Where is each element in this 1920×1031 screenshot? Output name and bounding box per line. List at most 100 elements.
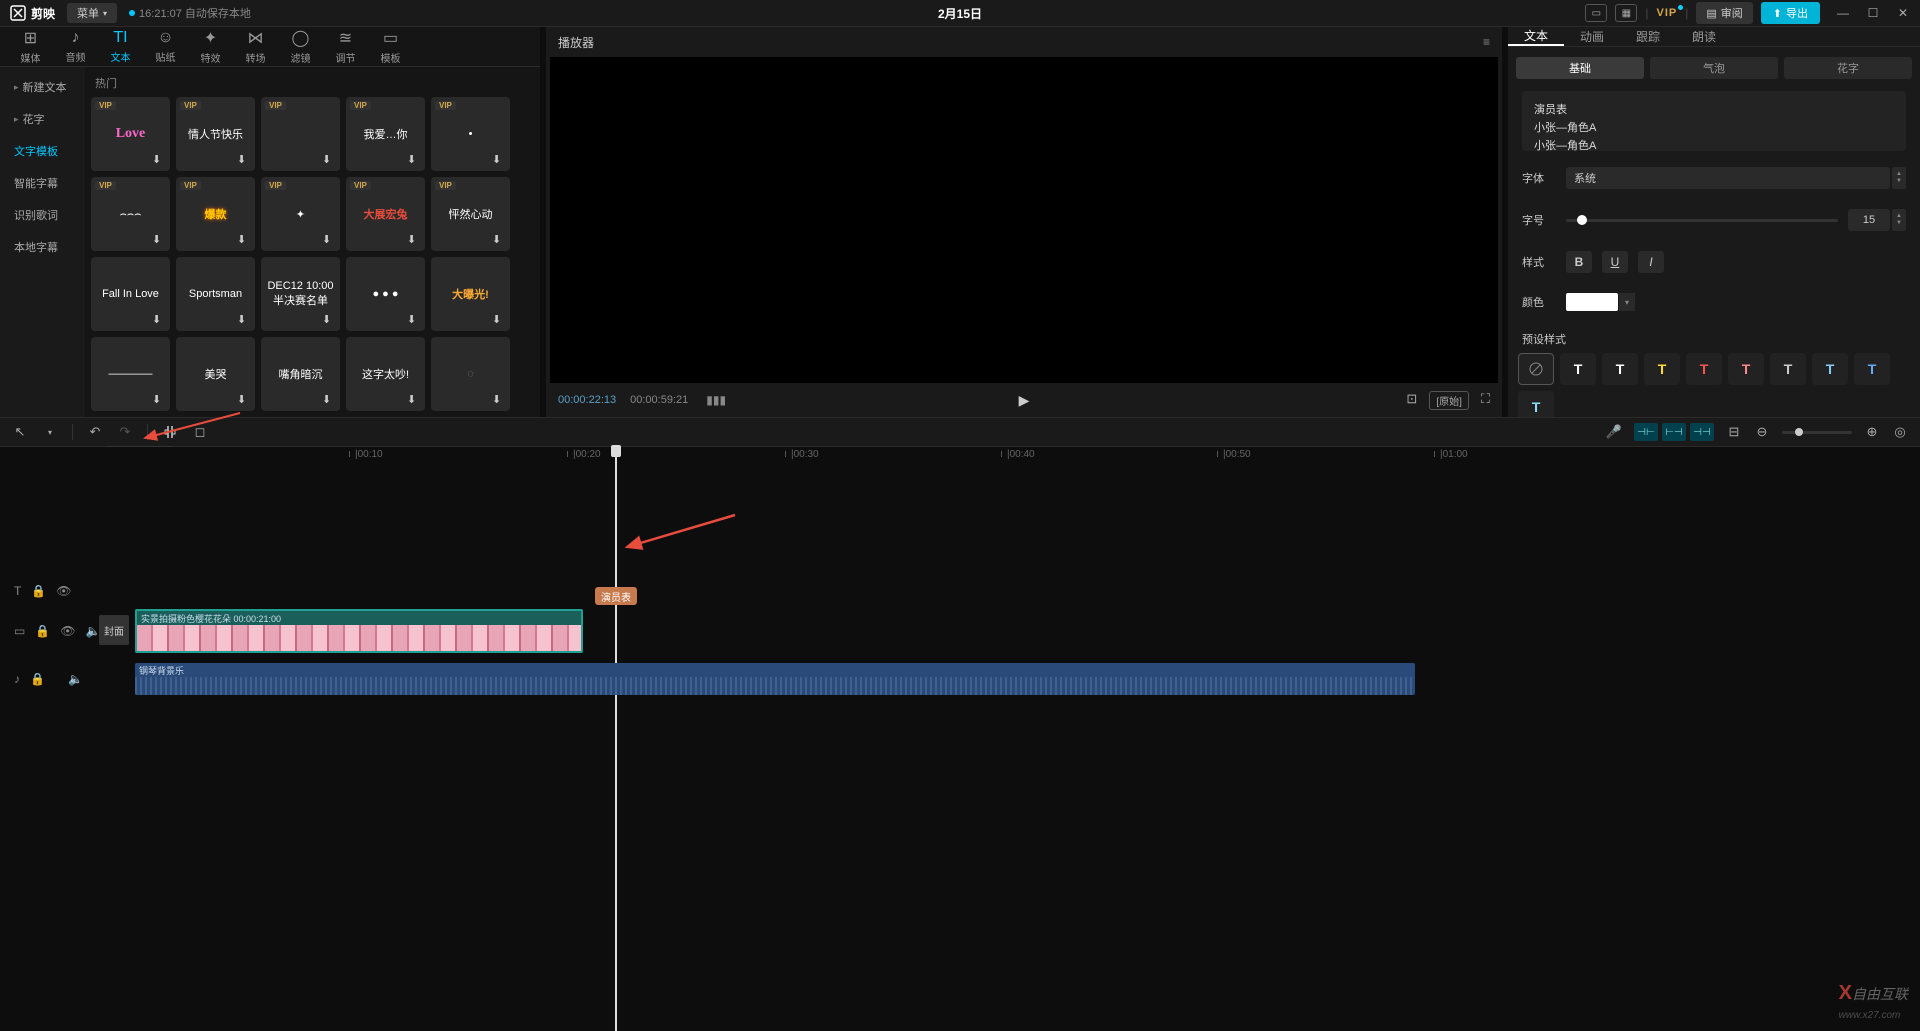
redo-button[interactable]: ↷ — [117, 424, 133, 440]
preset-style[interactable]: T — [1560, 353, 1596, 385]
text-clip[interactable]: 演员表 — [595, 587, 637, 605]
subtab-fancy[interactable]: 花字 — [1784, 57, 1912, 79]
template-item[interactable]: VIP•⬇ — [431, 97, 510, 171]
template-item[interactable]: VIP大展宏兔⬇ — [346, 177, 425, 251]
aspect-ratio-button[interactable]: [原始] — [1429, 391, 1469, 410]
download-icon[interactable]: ⬇ — [407, 233, 421, 247]
lock-icon[interactable]: 🔒 — [30, 672, 45, 686]
fullscreen-icon[interactable]: ⛶ — [1481, 391, 1490, 410]
sidebar-item-new-text[interactable]: ▸新建文本 — [0, 71, 85, 103]
download-icon[interactable]: ⬇ — [492, 153, 506, 167]
tab-text-props[interactable]: 文本 — [1508, 27, 1564, 46]
player-canvas[interactable] — [550, 57, 1498, 383]
zoom-slider[interactable] — [1782, 431, 1852, 434]
italic-button[interactable]: I — [1638, 251, 1664, 273]
sidebar-item-lyrics[interactable]: 识别歌词 — [0, 199, 85, 231]
template-item[interactable]: VIP我爱…你⬇ — [346, 97, 425, 171]
menu-button[interactable]: 菜单▾ — [67, 3, 117, 23]
download-icon[interactable]: ⬇ — [492, 233, 506, 247]
player-menu-icon[interactable]: ≡ — [1483, 35, 1490, 49]
tab-text[interactable]: TI文本 — [98, 27, 143, 66]
template-item[interactable]: 嘴角暗沉⬇ — [261, 337, 340, 411]
timeline[interactable]: |00:10|00:20|00:30|00:40|00:50|01:00 T 🔒… — [0, 447, 1920, 1031]
tab-sticker[interactable]: ☺贴纸 — [143, 27, 188, 66]
cover-frame[interactable]: 封面 — [99, 615, 129, 645]
sidebar-item-fancy-text[interactable]: ▸花字 — [0, 103, 85, 135]
lock-icon[interactable]: 🔒 — [31, 584, 46, 598]
font-select[interactable]: 系统 — [1566, 167, 1890, 189]
tab-tracking[interactable]: 跟踪 — [1620, 27, 1676, 46]
tab-transition[interactable]: ⋈转场 — [233, 27, 278, 66]
snap-button-1[interactable]: ⊣⊢ — [1634, 423, 1658, 441]
template-item[interactable]: ◌⬇ — [431, 337, 510, 411]
video-clip[interactable]: 实景拍摄粉色樱花花朵 00:00:21:00 — [135, 609, 583, 653]
timecode-toggle-icon[interactable]: ▮▮▮ — [706, 393, 726, 407]
template-item[interactable]: 这字太吵!⬇ — [346, 337, 425, 411]
template-item[interactable]: VIP⌢⌢⌢⬇ — [91, 177, 170, 251]
project-title[interactable]: 2月15日 — [938, 5, 982, 22]
download-icon[interactable]: ⬇ — [322, 153, 336, 167]
preset-style[interactable]: T — [1770, 353, 1806, 385]
download-icon[interactable]: ⬇ — [407, 393, 421, 407]
review-button[interactable]: ▤审阅 — [1696, 2, 1752, 24]
download-icon[interactable]: ⬇ — [492, 313, 506, 327]
download-icon[interactable]: ⬇ — [322, 313, 336, 327]
template-item[interactable]: VIP爆款⬇ — [176, 177, 255, 251]
zoom-out-icon[interactable]: ⊖ — [1754, 424, 1770, 440]
download-icon[interactable]: ⬇ — [152, 233, 166, 247]
mute-icon[interactable]: 🔈 — [68, 672, 83, 686]
export-button[interactable]: ⬆导出 — [1761, 2, 1820, 24]
mic-icon[interactable]: 🎤 — [1606, 424, 1622, 440]
tab-media[interactable]: ⊞媒体 — [8, 27, 53, 66]
preset-style[interactable]: T — [1686, 353, 1722, 385]
download-icon[interactable]: ⬇ — [407, 313, 421, 327]
template-item[interactable]: VIP⬇ — [261, 97, 340, 171]
color-dropdown-arrow[interactable]: ▾ — [1619, 293, 1635, 311]
download-icon[interactable]: ⬇ — [152, 393, 166, 407]
tab-template[interactable]: ▭模板 — [368, 27, 413, 66]
layout-2-button[interactable]: ▦ — [1615, 4, 1637, 22]
preset-style[interactable]: T — [1602, 353, 1638, 385]
download-icon[interactable]: ⬇ — [237, 233, 251, 247]
maximize-button[interactable]: ☐ — [1866, 6, 1880, 20]
subtab-bubble[interactable]: 气泡 — [1650, 57, 1778, 79]
zoom-in-icon[interactable]: ⊕ — [1864, 424, 1880, 440]
subtab-basic[interactable]: 基础 — [1516, 57, 1644, 79]
vip-badge[interactable]: VIP — [1657, 7, 1678, 19]
template-item[interactable]: VIP情人节快乐⬇ — [176, 97, 255, 171]
download-icon[interactable]: ⬇ — [407, 153, 421, 167]
sidebar-item-smart-caption[interactable]: 智能字幕 — [0, 167, 85, 199]
template-item[interactable]: Fall In Love⬇ — [91, 257, 170, 331]
layout-1-button[interactable]: ▭ — [1585, 4, 1607, 22]
focus-icon[interactable]: ⊡ — [1406, 391, 1417, 410]
template-item[interactable]: VIPLove⬇ — [91, 97, 170, 171]
play-button[interactable]: ▶ — [1019, 392, 1030, 408]
download-icon[interactable]: ⬇ — [237, 313, 251, 327]
download-icon[interactable]: ⬇ — [237, 153, 251, 167]
sidebar-item-local-caption[interactable]: 本地字幕 — [0, 231, 85, 263]
bold-button[interactable]: B — [1566, 251, 1592, 273]
tab-effect[interactable]: ✦特效 — [188, 27, 233, 66]
template-item[interactable]: 美哭⬇ — [176, 337, 255, 411]
template-item[interactable]: VIP✦⬇ — [261, 177, 340, 251]
preset-style[interactable]: T — [1854, 353, 1890, 385]
tab-tts[interactable]: 朗读 — [1676, 27, 1732, 46]
tab-adjust[interactable]: ≊调节 — [323, 27, 368, 66]
align-icon[interactable]: ⊟ — [1726, 424, 1742, 440]
download-icon[interactable]: ⬇ — [152, 153, 166, 167]
split-button[interactable] — [162, 424, 178, 440]
template-item[interactable]: ————⬇ — [91, 337, 170, 411]
preset-style[interactable]: T — [1728, 353, 1764, 385]
template-item[interactable]: Sportsman⬇ — [176, 257, 255, 331]
visibility-icon[interactable]: 👁 — [56, 584, 71, 598]
size-value[interactable]: 15 — [1848, 209, 1890, 231]
close-button[interactable]: ✕ — [1896, 6, 1910, 20]
fit-zoom-icon[interactable]: ◎ — [1892, 424, 1908, 440]
tab-animation[interactable]: 动画 — [1564, 27, 1620, 46]
undo-button[interactable]: ↶ — [87, 424, 103, 440]
template-item[interactable]: VIP怦然心动⬇ — [431, 177, 510, 251]
preset-style[interactable]: T — [1812, 353, 1848, 385]
playhead-handle[interactable] — [611, 445, 621, 457]
text-content-editor[interactable]: 演员表 小张—角色A 小张—角色A — [1522, 91, 1906, 151]
download-icon[interactable]: ⬇ — [492, 393, 506, 407]
